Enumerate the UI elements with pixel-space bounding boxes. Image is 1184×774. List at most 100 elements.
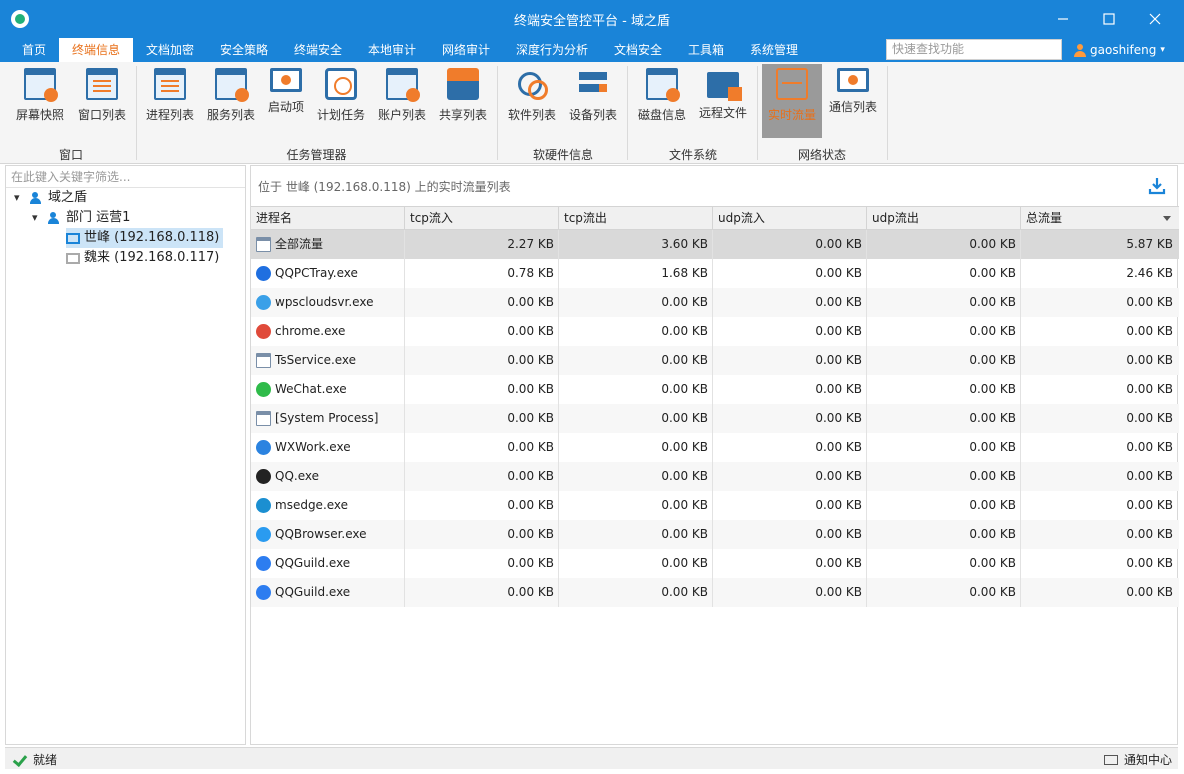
- table-row[interactable]: msedge.exe 0.00 KB 0.00 KB 0.00 KB 0.00 KB 0.…: [251, 491, 1179, 520]
- realtime-traffic-button[interactable]: 实时流量: [762, 64, 822, 138]
- menu-local-audit[interactable]: 本地审计: [355, 38, 429, 62]
- folder-icon: [707, 72, 742, 101]
- notification-center-button[interactable]: 通知中心: [1103, 751, 1172, 768]
- process-name-cell: QQBrowser.exe: [251, 520, 405, 549]
- connection-list-button[interactable]: 通信列表: [824, 64, 882, 138]
- minimize-button[interactable]: [1040, 0, 1086, 38]
- cell-tcp-out: 0.00 KB: [559, 288, 713, 317]
- cell-udp-out: 0.00 KB: [867, 578, 1021, 607]
- cell-tcp-out: 0.00 KB: [559, 520, 713, 549]
- cell-tcp-in: 2.27 KB: [405, 230, 559, 259]
- table-row[interactable]: TsService.exe 0.00 KB 0.00 KB 0.00 KB 0.00 K…: [251, 346, 1179, 375]
- quick-search-input[interactable]: 快速查找功能: [886, 39, 1062, 60]
- menu-system-admin[interactable]: 系统管理: [737, 38, 811, 62]
- device-list-button[interactable]: 设备列表: [564, 64, 622, 138]
- check-icon: [13, 753, 27, 767]
- cell-udp-out: 0.00 KB: [867, 375, 1021, 404]
- chrome-icon: [256, 324, 271, 339]
- startup-items-button[interactable]: 启动项: [262, 64, 310, 138]
- cell-total: 0.00 KB: [1126, 295, 1173, 309]
- cell-total: 0.00 KB: [1126, 324, 1173, 338]
- process-name-cell: QQ.exe: [251, 462, 405, 491]
- column-header-udp-out[interactable]: udp流出: [867, 207, 1021, 229]
- menu-toolbox[interactable]: 工具箱: [675, 38, 737, 62]
- cell-udp-in: 0.00 KB: [713, 404, 867, 433]
- remote-file-button[interactable]: 远程文件: [694, 64, 752, 138]
- menu-terminal-security[interactable]: 终端安全: [281, 38, 355, 62]
- column-header-tcp-out[interactable]: tcp流出: [559, 207, 713, 229]
- group-icon: [48, 212, 62, 224]
- menu-network-audit[interactable]: 网络审计: [429, 38, 503, 62]
- cell-udp-in: 0.00 KB: [713, 578, 867, 607]
- cell-tcp-out: 0.00 KB: [559, 578, 713, 607]
- cell-total: 2.46 KB: [1126, 266, 1173, 280]
- process-name-cell: msedge.exe: [251, 491, 405, 520]
- tree-node-root[interactable]: ▾ 域之盾: [14, 188, 87, 208]
- table-row[interactable]: QQGuild.exe 0.00 KB 0.00 KB 0.00 KB 0.00 KB 0…: [251, 549, 1179, 578]
- computer-offline-icon: [66, 252, 80, 264]
- ribbon-divider: [887, 66, 888, 160]
- cell-tcp-out: 0.00 KB: [559, 491, 713, 520]
- collapse-icon[interactable]: ▾: [32, 208, 44, 228]
- table-row[interactable]: 全部流量 2.27 KB 3.60 KB 0.00 KB 0.00 KB 5.87 KB: [251, 230, 1179, 259]
- cell-tcp-out: 3.60 KB: [559, 230, 713, 259]
- menu-security-policy[interactable]: 安全策略: [207, 38, 281, 62]
- maximize-button[interactable]: [1086, 0, 1132, 38]
- export-download-icon[interactable]: [1147, 176, 1167, 196]
- table-row[interactable]: WeChat.exe 0.00 KB 0.00 KB 0.00 KB 0.00 KB 0.…: [251, 375, 1179, 404]
- share-list-button[interactable]: 共享列表: [434, 64, 492, 138]
- user-menu[interactable]: gaoshifeng ▾: [1074, 38, 1165, 62]
- column-header-total[interactable]: 总流量: [1021, 207, 1177, 229]
- process-name-cell: QQGuild.exe: [251, 549, 405, 578]
- table-row[interactable]: QQBrowser.exe 0.00 KB 0.00 KB 0.00 KB 0.00 K…: [251, 520, 1179, 549]
- process-list-button[interactable]: 进程列表: [141, 64, 199, 138]
- process-name-cell: WeChat.exe: [251, 375, 405, 404]
- close-button[interactable]: [1132, 0, 1178, 38]
- menu-doc-security[interactable]: 文档安全: [601, 38, 675, 62]
- table-row[interactable]: wpscloudsvr.exe 0.00 KB 0.00 KB 0.00 KB 0.00…: [251, 288, 1179, 317]
- service-list-button[interactable]: 服务列表: [202, 64, 260, 138]
- process-name-cell: [System Process]: [251, 404, 405, 433]
- qqbrowser-icon: [256, 527, 271, 542]
- collapse-icon[interactable]: ▾: [14, 188, 26, 208]
- window-list-button[interactable]: 窗口列表: [72, 64, 132, 138]
- cell-total: 0.00 KB: [1126, 469, 1173, 483]
- table-row[interactable]: QQ.exe 0.00 KB 0.00 KB 0.00 KB 0.00 KB 0.00 K…: [251, 462, 1179, 491]
- cell-total: 0.00 KB: [1126, 527, 1173, 541]
- software-list-button[interactable]: 软件列表: [503, 64, 561, 138]
- menu-home[interactable]: 首页: [9, 38, 59, 62]
- table-row[interactable]: WXWork.exe 0.00 KB 0.00 KB 0.00 KB 0.00 KB 0.…: [251, 433, 1179, 462]
- menu-terminal-info[interactable]: 终端信息: [59, 38, 133, 62]
- disk-info-button[interactable]: 磁盘信息: [633, 64, 691, 138]
- tree-node-terminal-2[interactable]: 魏来 (192.168.0.117): [66, 248, 219, 268]
- maximize-icon: [1103, 13, 1115, 25]
- cell-udp-in: 0.00 KB: [713, 462, 867, 491]
- cell-total: 0.00 KB: [1126, 411, 1173, 425]
- cell-tcp-in: 0.00 KB: [405, 578, 559, 607]
- table-row[interactable]: chrome.exe 0.00 KB 0.00 KB 0.00 KB 0.00 KB 0.…: [251, 317, 1179, 346]
- column-header-udp-in[interactable]: udp流入: [713, 207, 867, 229]
- cell-tcp-in: 0.00 KB: [405, 549, 559, 578]
- cell-udp-out: 0.00 KB: [867, 288, 1021, 317]
- disk-icon: [646, 68, 680, 102]
- cell-tcp-in: 0.00 KB: [405, 288, 559, 317]
- menu-doc-encrypt[interactable]: 文档加密: [133, 38, 207, 62]
- screen-snapshot-button[interactable]: 屏幕快照: [10, 64, 70, 138]
- table-row[interactable]: [System Process] 0.00 KB 0.00 KB 0.00 KB 0.0…: [251, 404, 1179, 433]
- column-header-tcp-in[interactable]: tcp流入: [405, 207, 559, 229]
- sort-desc-icon: [1163, 216, 1171, 221]
- tree-node-terminal-1[interactable]: 世峰 (192.168.0.118): [66, 228, 224, 248]
- tree-node-dept[interactable]: ▾ 部门 运营1: [32, 208, 130, 228]
- qqguild-icon: [256, 585, 271, 600]
- cell-total: 0.00 KB: [1126, 498, 1173, 512]
- tree-filter-input[interactable]: 在此键入关键字筛选...: [6, 166, 245, 188]
- column-header-process[interactable]: 进程名: [251, 207, 405, 229]
- table-row[interactable]: QQPCTray.exe 0.78 KB 1.68 KB 0.00 KB 0.00 KB…: [251, 259, 1179, 288]
- scheduled-tasks-button[interactable]: 计划任务: [312, 64, 370, 138]
- account-list-button[interactable]: 账户列表: [373, 64, 431, 138]
- minimize-icon: [1058, 18, 1068, 20]
- cell-udp-out: 0.00 KB: [867, 346, 1021, 375]
- screenshot-icon: [24, 68, 58, 102]
- menu-behavior-analysis[interactable]: 深度行为分析: [503, 38, 601, 62]
- table-row[interactable]: QQGuild.exe 0.00 KB 0.00 KB 0.00 KB 0.00 KB 0…: [251, 578, 1179, 607]
